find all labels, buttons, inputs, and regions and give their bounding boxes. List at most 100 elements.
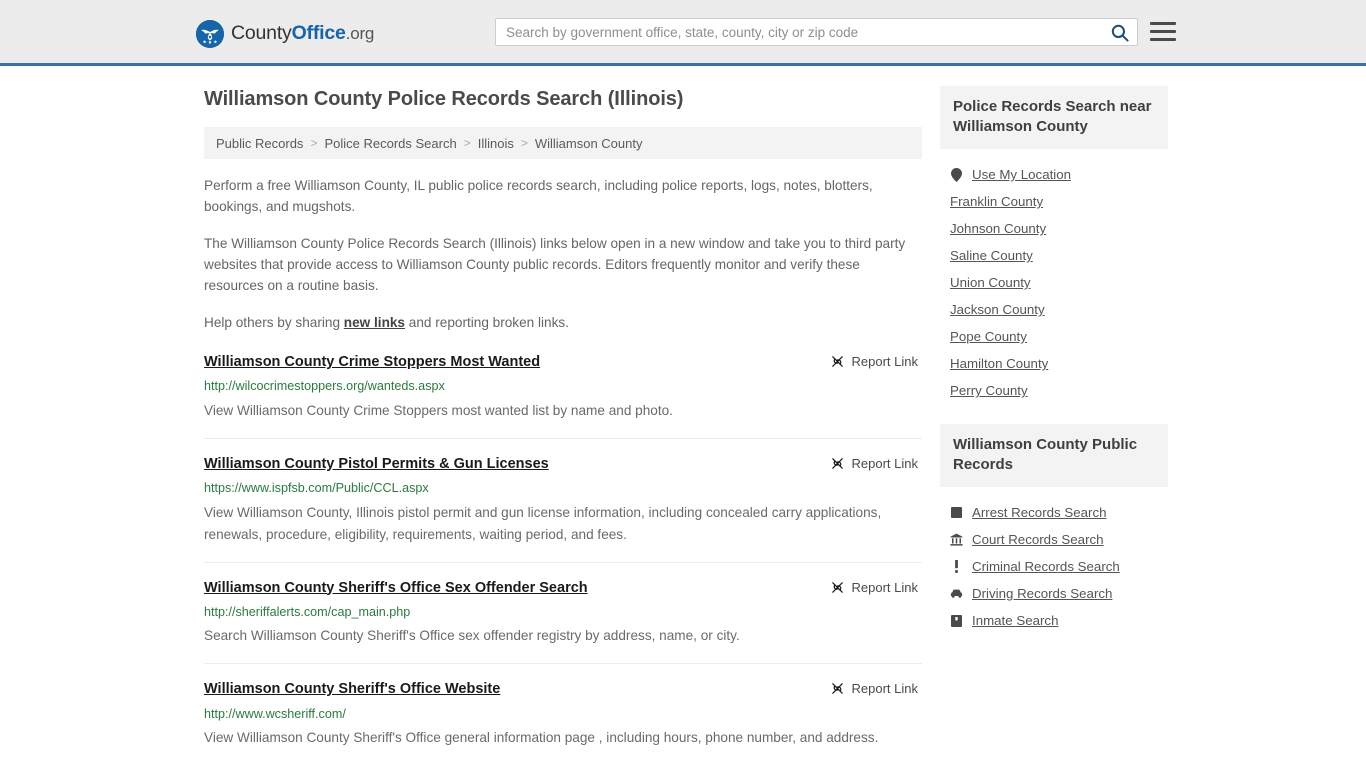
header-inner: CountyOffice.org [0, 0, 1366, 63]
search-button[interactable] [1109, 22, 1131, 44]
sidebar-public-records-section: Williamson County Public Records Arrest … [940, 424, 1168, 640]
sidebar-item-driving-records-search[interactable]: Driving Records Search [940, 580, 1168, 607]
jail-icon [950, 614, 963, 627]
page-title: Williamson County Police Records Search … [204, 88, 684, 110]
sidebar-link-label[interactable]: Arrest Records Search [972, 505, 1107, 520]
report-link-button[interactable]: Report Link [830, 580, 918, 595]
result-item: Williamson County Sheriff's Office Websi… [204, 680, 922, 765]
result-item: Williamson County Crime Stoppers Most Wa… [204, 353, 922, 439]
sidebar-item-pope-county[interactable]: Pope County [940, 323, 1168, 350]
broken-link-icon [830, 580, 845, 595]
result-title-link[interactable]: Williamson County Sheriff's Office Websi… [204, 681, 500, 698]
search-results-list: Williamson County Crime Stoppers Most Wa… [204, 353, 922, 765]
new-links-link[interactable]: new links [344, 315, 405, 330]
sidebar-link-label[interactable]: Franklin County [950, 194, 1043, 209]
sidebar-item-saline-county[interactable]: Saline County [940, 242, 1168, 269]
site-logo-text: CountyOffice.org [231, 24, 374, 44]
broken-link-icon [830, 354, 845, 369]
breadcrumb-item-public-records[interactable]: Public Records [216, 136, 303, 151]
search-input[interactable] [496, 19, 1096, 45]
brand-county: County [231, 22, 292, 45]
sidebar-link-label[interactable]: Inmate Search [972, 613, 1058, 628]
sidebar-link-label[interactable]: Driving Records Search [972, 586, 1112, 601]
result-description: View Williamson County Crime Stoppers mo… [204, 402, 673, 418]
sidebar-item-johnson-county[interactable]: Johnson County [940, 215, 1168, 242]
breadcrumb: Public Records > Police Records Search >… [204, 127, 922, 159]
sidebar-public-records-links: Arrest Records Search Court Records Sear… [940, 487, 1168, 640]
report-link-button[interactable]: Report Link [830, 354, 918, 369]
sidebar-section-gap [940, 410, 1168, 424]
sidebar-link-label[interactable]: Saline County [950, 248, 1033, 263]
sidebar: Police Records Search near Williamson Co… [940, 86, 1168, 640]
result-description: View Williamson County, Illinois pistol … [204, 504, 882, 542]
sidebar-nearby-links: Use My Location Franklin County Johnson … [940, 149, 1168, 410]
share-text-before: Help others by sharing [204, 315, 344, 330]
sidebar-item-jackson-county[interactable]: Jackson County [940, 296, 1168, 323]
report-link-button[interactable]: Report Link [830, 456, 918, 471]
result-url[interactable]: http://www.wcsheriff.com/ [204, 706, 922, 722]
hamburger-bar-3 [1150, 37, 1176, 41]
sidebar-link-label[interactable]: Johnson County [950, 221, 1046, 236]
result-description: View Williamson County Sheriff's Office … [204, 730, 879, 745]
result-item: Williamson County Pistol Permits & Gun L… [204, 455, 922, 563]
broken-link-icon [830, 681, 845, 696]
sidebar-item-arrest-records-search[interactable]: Arrest Records Search [940, 499, 1168, 526]
result-title-link[interactable]: Williamson County Pistol Permits & Gun L… [204, 456, 549, 473]
sidebar-item-union-county[interactable]: Union County [940, 269, 1168, 296]
breadcrumb-item-illinois[interactable]: Illinois [478, 136, 514, 151]
sidebar-item-court-records-search[interactable]: Court Records Search [940, 526, 1168, 553]
hamburger-bar-2 [1150, 29, 1176, 33]
result-title-link[interactable]: Williamson County Crime Stoppers Most Wa… [204, 354, 540, 371]
breadcrumb-separator: > [310, 136, 318, 150]
sidebar-item-perry-county[interactable]: Perry County [940, 377, 1168, 404]
report-link-label: Report Link [851, 354, 918, 369]
car-icon [950, 588, 963, 599]
result-title-link[interactable]: Williamson County Sheriff's Office Sex O… [204, 580, 588, 597]
result-description: Search Williamson County Sheriff's Offic… [204, 628, 740, 644]
sidebar-nearby-heading: Police Records Search near Williamson Co… [940, 86, 1168, 149]
exclamation-icon [950, 560, 963, 573]
sidebar-link-label[interactable]: Court Records Search [972, 532, 1104, 547]
share-text-after: and reporting broken links. [405, 315, 569, 330]
map-pin-icon [950, 167, 963, 182]
brand-tld: .org [345, 24, 375, 44]
sidebar-nearby-section: Police Records Search near Williamson Co… [940, 86, 1168, 410]
result-url[interactable]: https://www.ispfsb.com/Public/CCL.aspx [204, 480, 922, 496]
sidebar-link-label[interactable]: Hamilton County [950, 356, 1048, 371]
report-link-button[interactable]: Report Link [830, 681, 918, 696]
sidebar-item-hamilton-county[interactable]: Hamilton County [940, 350, 1168, 377]
result-item: Williamson County Sheriff's Office Sex O… [204, 579, 922, 665]
report-link-label: Report Link [851, 579, 918, 595]
report-link-label: Report Link [851, 681, 918, 697]
eagle-shield-logo-icon [196, 20, 224, 48]
main-content-column: Williamson County Police Records Search … [204, 87, 922, 768]
sidebar-item-inmate-search[interactable]: Inmate Search [940, 607, 1168, 634]
sidebar-link-label[interactable]: Perry County [950, 383, 1028, 398]
breadcrumb-separator: > [520, 136, 528, 150]
search-bar[interactable] [495, 18, 1138, 46]
site-header: CountyOffice.org [0, 0, 1366, 66]
broken-link-icon [830, 456, 845, 471]
result-url[interactable]: http://wilcocrimestoppers.org/wanteds.as… [204, 378, 922, 394]
sidebar-link-label[interactable]: Jackson County [950, 302, 1045, 317]
sidebar-item-criminal-records-search[interactable]: Criminal Records Search [940, 553, 1168, 580]
sidebar-link-label[interactable]: Union County [950, 275, 1031, 290]
brand-office: Office [291, 22, 346, 45]
site-logo-link[interactable]: CountyOffice.org [196, 20, 374, 48]
hamburger-bar-1 [1150, 21, 1176, 25]
sidebar-link-label[interactable]: Use My Location [972, 167, 1071, 182]
breadcrumb-separator: > [463, 136, 471, 150]
hamburger-menu-icon[interactable] [1150, 20, 1176, 42]
square-icon [950, 507, 963, 518]
sidebar-item-franklin-county[interactable]: Franklin County [940, 188, 1168, 215]
sidebar-link-label[interactable]: Criminal Records Search [972, 559, 1120, 574]
breadcrumb-item-williamson-county: Williamson County [534, 135, 643, 151]
sidebar-public-records-heading: Williamson County Public Records [940, 424, 1168, 487]
sidebar-link-label[interactable]: Pope County [950, 329, 1027, 344]
intro-paragraph-1: Perform a free Williamson County, IL pub… [204, 178, 873, 214]
courthouse-icon [950, 533, 963, 546]
breadcrumb-item-police-records-search[interactable]: Police Records Search [324, 136, 456, 151]
sidebar-item-use-my-location[interactable]: Use My Location [940, 161, 1168, 188]
intro-paragraph-2: The Williamson County Police Records Sea… [204, 236, 906, 293]
result-url[interactable]: http://sheriffalerts.com/cap_main.php [204, 604, 922, 620]
